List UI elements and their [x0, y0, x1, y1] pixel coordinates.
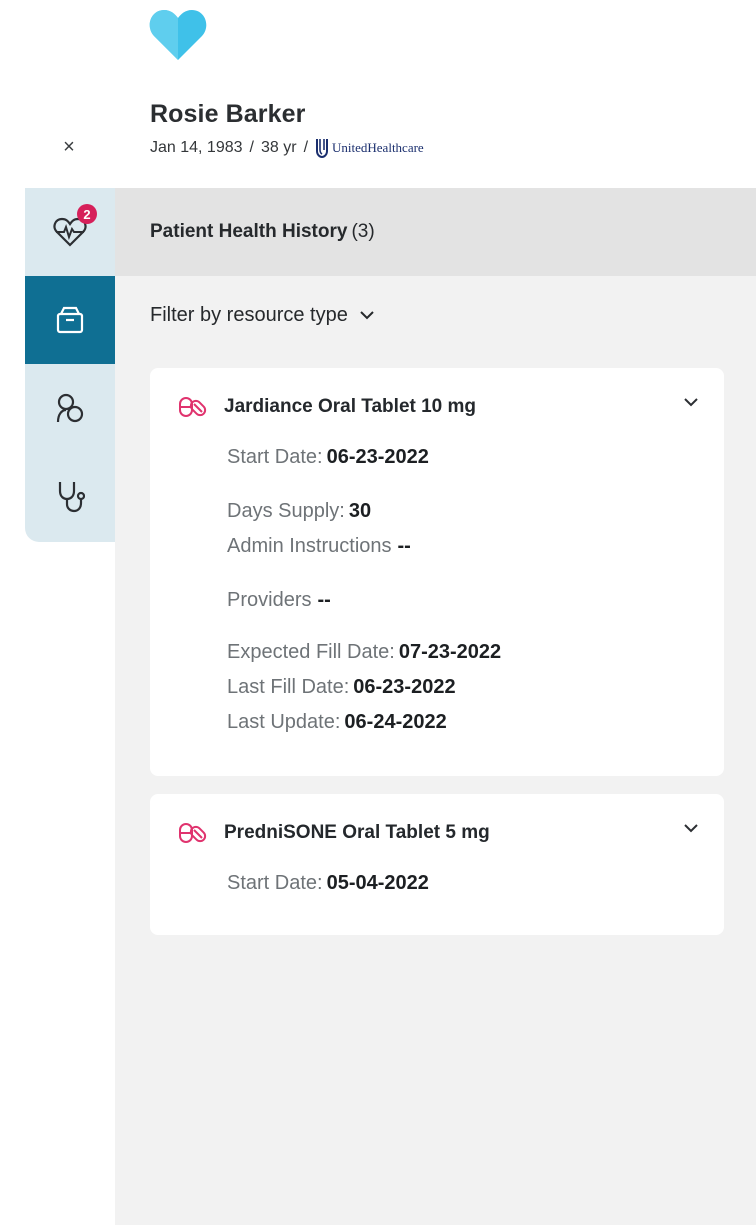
allergy-icon: [56, 393, 84, 423]
days-supply-field: Days Supply: 30: [227, 500, 371, 523]
days-supply-label: Days Supply:: [227, 500, 345, 522]
pill-icon: [179, 397, 207, 417]
health-history-count: (3): [351, 221, 375, 242]
expected-fill-date-label: Expected Fill Date:: [227, 641, 395, 663]
medication-card-header[interactable]: PredniSONE Oral Tablet 5 mg: [178, 822, 490, 844]
health-history-title: Patient Health History: [150, 221, 348, 242]
providers-value: --: [317, 589, 331, 611]
last-update-value: 06-24-2022: [344, 711, 447, 733]
start-date-label: Start Date:: [227, 446, 323, 468]
medication-card: Jardiance Oral Tablet 10 mg Start Date: 0…: [150, 368, 724, 776]
start-date-value: 05-04-2022: [326, 872, 429, 894]
last-update-field: Last Update: 06-24-2022: [227, 711, 447, 734]
expand-chevron-icon[interactable]: [684, 398, 698, 407]
sidebar-rail: 2: [25, 188, 115, 542]
insurer-name: UnitedHealthcare: [332, 140, 424, 155]
meta-separator: /: [249, 139, 254, 156]
pill-icon: [179, 823, 207, 843]
patient-meta: Jan 14, 1983 / 38 yr / UnitedHealthcare: [150, 138, 424, 158]
medication-title: PredniSONE Oral Tablet 5 mg: [224, 822, 490, 843]
notification-badge: 2: [77, 204, 97, 224]
start-date-field: Start Date: 05-04-2022: [227, 872, 429, 895]
filter-label: Filter by resource type: [150, 304, 348, 326]
insurer-logo: UnitedHealthcare: [315, 138, 424, 158]
medication-card-header[interactable]: Jardiance Oral Tablet 10 mg: [178, 396, 476, 418]
close-button[interactable]: ×: [56, 134, 82, 160]
last-fill-date-value: 06-23-2022: [353, 676, 456, 698]
start-date-field: Start Date: 06-23-2022: [227, 446, 429, 469]
start-date-label: Start Date:: [227, 872, 323, 894]
patient-dob: Jan 14, 1983: [150, 139, 243, 156]
medication-box-icon: [56, 306, 84, 334]
sidebar-item-allergies[interactable]: [25, 364, 115, 452]
meta-separator: /: [303, 139, 309, 156]
days-supply-value: 30: [348, 500, 372, 522]
medication-title: Jardiance Oral Tablet 10 mg: [224, 396, 477, 417]
admin-instructions-field: Admin Instructions --: [227, 535, 411, 558]
providers-label: Providers: [227, 589, 312, 611]
medication-card: PredniSONE Oral Tablet 5 mg Start Date: 0…: [150, 794, 724, 935]
start-date-value: 06-23-2022: [326, 446, 429, 468]
last-fill-date-field: Last Fill Date: 06-23-2022: [227, 676, 456, 699]
sidebar-item-medications[interactable]: [25, 276, 115, 364]
patient-name: Rosie Barker: [150, 100, 306, 128]
expected-fill-date-field: Expected Fill Date: 07-23-2022: [227, 641, 501, 664]
close-icon: ×: [63, 135, 75, 158]
last-update-label: Last Update:: [227, 711, 341, 733]
admin-instructions-label: Admin Instructions: [227, 535, 392, 557]
filter-dropdown[interactable]: Filter by resource type: [150, 304, 374, 327]
sidebar-item-clinical[interactable]: [25, 452, 115, 540]
stethoscope-icon: [58, 482, 85, 513]
sidebar-item-health-monitor[interactable]: 2: [25, 188, 115, 276]
providers-field: Providers --: [227, 589, 331, 612]
admin-instructions-value: --: [397, 535, 411, 557]
patient-header: Rosie Barker Jan 14, 1983 / 38 yr / Unit…: [150, 100, 424, 158]
app-logo-heart-icon: [149, 10, 207, 60]
insurer-shield-icon: [316, 139, 329, 158]
chevron-down-icon: [360, 311, 374, 320]
expected-fill-date-value: 07-23-2022: [398, 641, 502, 663]
expand-chevron-icon[interactable]: [684, 824, 698, 833]
last-fill-date-label: Last Fill Date:: [227, 676, 350, 698]
patient-age: 38 yr: [260, 139, 297, 156]
health-history-header[interactable]: Patient Health History (3): [115, 188, 756, 276]
main-panel: Patient Health History (3) Filter by res…: [115, 188, 756, 1225]
